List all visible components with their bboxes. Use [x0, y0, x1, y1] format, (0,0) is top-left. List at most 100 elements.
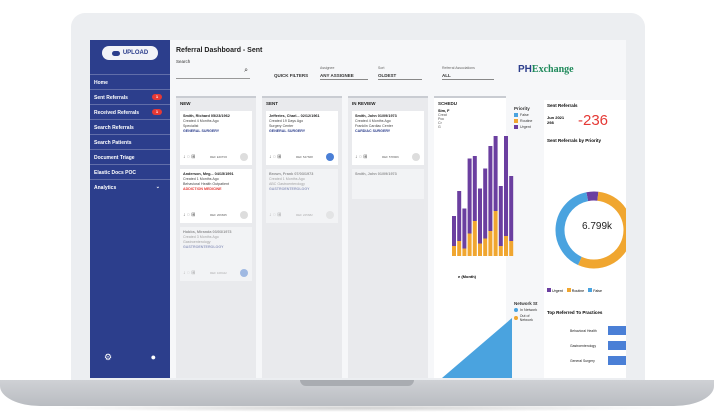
referral-card[interactable]: Smith, Richard 05/23/1962 Created 4 Mont… [180, 111, 252, 165]
patient-name: Jefferies, Charl... 02/12/1961 [269, 114, 320, 118]
logo-prefix: PH [518, 64, 532, 75]
sidebar-item-label: Received Referrals [94, 110, 140, 116]
referral-card[interactable]: Jefferies, Charl... 02/12/1961 Created 1… [266, 111, 338, 165]
sidebar-item-elastic-docs[interactable]: Elastic Docs POC [90, 164, 170, 179]
gear-icon[interactable]: ⚙ [104, 352, 112, 363]
priority-bar-chart [442, 136, 514, 378]
search-label: Search [176, 59, 191, 64]
delta-value: -236 [578, 112, 609, 129]
associations-select[interactable]: Referral Associations ALL [442, 66, 494, 80]
column-in-review: IN REVIEW Smith, John 01/09/1973 Created… [348, 96, 428, 378]
priority-legend: Priority False Routine Urgent [514, 106, 532, 129]
quick-filters-button[interactable]: QUICK FILTERS [274, 73, 308, 78]
assignee-select[interactable]: Assignee ANY ASSIGNEE [320, 66, 368, 80]
card-specialty: GENERAL SURGERY [183, 129, 220, 133]
referral-card[interactable]: Brown, Frank 07/03/1973 Created 1 Months… [266, 169, 338, 223]
card-action-icons[interactable]: ↓ ◌ ⊞ [269, 154, 281, 160]
card-ref: REF 547668 [296, 155, 313, 159]
bar-urgent [488, 146, 493, 231]
bar-urgent [472, 156, 477, 221]
card-specialty: ADDICTION MEDICINE [183, 187, 222, 191]
bar-urgent [462, 208, 467, 249]
bar-routine [493, 211, 498, 256]
sidebar-item-document-triage[interactable]: Document Triage [90, 149, 170, 164]
sidebar-item-label: Home [94, 80, 108, 86]
sidebar-item-home[interactable]: Home [90, 74, 170, 89]
sidebar-item-label: Analytics [94, 185, 117, 191]
card-provider: ABC Gastroenterology [269, 182, 305, 186]
referral-card[interactable]: Anderson, Meg... 04/15/1991 Created 1 Mo… [180, 169, 252, 223]
practice-bar [608, 356, 626, 365]
user-icon[interactable]: ● [151, 352, 156, 363]
sidebar-item-label: Document Triage [94, 155, 135, 161]
sort-label: Sort [378, 66, 385, 70]
card-provider: Franklin Cardiac Center [355, 124, 393, 128]
card-created: Created 4 Months Ago [183, 119, 219, 123]
practice-label: General Surgery [570, 359, 595, 363]
sidebar-item-label: Search Patients [94, 140, 132, 146]
referral-card[interactable]: Hobbs, Miranda 03/03/1973 Created 3 Mont… [180, 227, 252, 281]
referral-card[interactable]: Smith, John 01/09/1973 Created 4 Months … [352, 111, 424, 165]
priority-title: Sent Referrals by Priority [547, 138, 602, 143]
bar-routine [462, 248, 467, 256]
associations-value: ALL [442, 73, 494, 80]
patient-name: Hobbs, Miranda 03/03/1973 [183, 230, 232, 234]
priority-trend-chart: Priority False Routine Urgent e (Month) … [422, 96, 542, 378]
legend-item: Out of Network [514, 314, 542, 322]
sidebar-item-sent-referrals[interactable]: Sent Referrals 1 [90, 89, 170, 104]
patient-name: Anderson, Meg... 04/15/1991 [183, 172, 234, 176]
card-specialty: CARDIAC SURGERY [355, 129, 391, 133]
practice-bar [608, 326, 626, 335]
search-icon[interactable]: ⌕ [244, 67, 248, 75]
card-created: Created 19 Days Ago [269, 119, 304, 123]
practice-label: Gastroenterology [570, 344, 597, 348]
bar-routine [498, 246, 503, 256]
sidebar-item-analytics[interactable]: Analytics ⌄ [90, 179, 170, 194]
card-ref: REF 206845 [210, 213, 227, 217]
card-provider: Surgery Center [269, 124, 294, 128]
count-badge: 1 [152, 94, 162, 100]
bar-routine [457, 241, 462, 256]
sort-value: OLDEST [378, 73, 422, 80]
search-input[interactable]: ⌕ [176, 65, 250, 79]
period-label: Jun 2021 298 [547, 115, 565, 125]
avatar [412, 153, 420, 161]
column-title: NEW [180, 101, 191, 106]
card-provider: Specialist [183, 124, 199, 128]
assignee-label: Assignee [320, 66, 335, 70]
card-action-icons[interactable]: ↓ ◌ ⊞ [183, 270, 195, 276]
patient-name: Smith, John 01/09/1973 [355, 172, 397, 176]
avatar [326, 153, 334, 161]
sort-select[interactable]: Sort OLDEST [378, 66, 422, 80]
card-provider: Gastroenterology [183, 240, 211, 244]
priority-donut-chart [555, 191, 626, 269]
card-action-icons[interactable]: ↓ ◌ ⊞ [269, 212, 281, 218]
avatar [240, 153, 248, 161]
legend-item: False [588, 288, 602, 293]
card-created: Created 4 Months Ago [355, 119, 391, 123]
patient-name: Smith, Richard 05/23/1962 [183, 114, 230, 118]
upload-button[interactable]: UPLOAD [102, 46, 158, 60]
sidebar-footer: ⚙ ● [104, 352, 156, 363]
avatar [240, 269, 248, 277]
bar-urgent [509, 176, 514, 241]
column-title: SENT [266, 101, 279, 106]
bar-urgent [478, 188, 482, 244]
network-legend: Network St In Network Out of Network [514, 301, 542, 322]
card-created: Created 1 Months Ago [183, 177, 219, 181]
sent-referrals-title: Sent Referrals [547, 103, 578, 108]
card-ref: REF 578906 [382, 155, 399, 159]
legend-item: Urgent [514, 125, 532, 129]
sidebar-item-search-referrals[interactable]: Search Referrals [90, 119, 170, 134]
card-created: Created 1 Months Ago [269, 177, 305, 181]
card-created: Created 3 Months Ago [183, 235, 219, 239]
card-action-icons[interactable]: ↓ ◌ ⊞ [183, 212, 195, 218]
card-action-icons[interactable]: ↓ ◌ ⊞ [355, 154, 367, 160]
referral-card[interactable]: Smith, John 01/09/1973 [352, 169, 424, 199]
card-action-icons[interactable]: ↓ ◌ ⊞ [183, 154, 195, 160]
sidebar-item-received-referrals[interactable]: Received Referrals 1 [90, 104, 170, 119]
stats-panel: Sent Referrals Jun 2021 298 -236 Sent Ref… [544, 100, 626, 378]
sidebar-item-search-patients[interactable]: Search Patients [90, 134, 170, 149]
bar-urgent [483, 168, 488, 239]
bar-urgent [457, 191, 462, 241]
